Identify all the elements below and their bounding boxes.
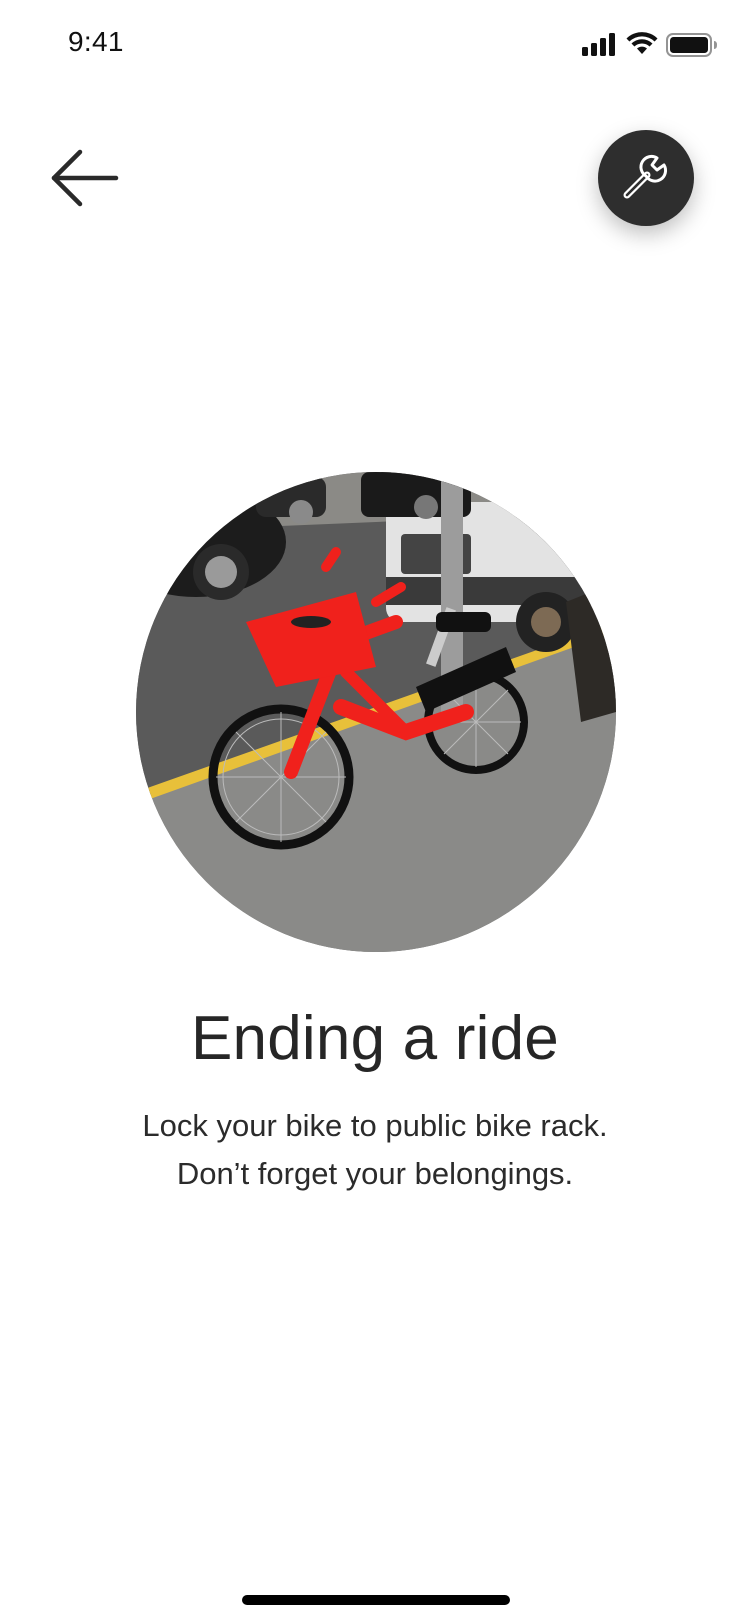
signal-icon bbox=[582, 32, 618, 61]
instruction-line-2: Don’t forget your belongings. bbox=[176, 1156, 574, 1191]
instructions: Lock your bike to public bike rack. Don’… bbox=[0, 1102, 750, 1198]
wrench-icon bbox=[619, 149, 673, 208]
status-icons bbox=[582, 32, 722, 58]
hero-image bbox=[136, 472, 616, 952]
bike-illustration bbox=[136, 472, 616, 952]
status-bar: 9:41 bbox=[0, 0, 750, 90]
home-indicator[interactable] bbox=[242, 1595, 510, 1605]
tools-button[interactable] bbox=[598, 130, 694, 226]
status-time: 9:41 bbox=[68, 26, 124, 57]
page-title: Ending a ride bbox=[191, 1004, 559, 1073]
instruction-line-1: Lock your bike to public bike rack. bbox=[142, 1108, 608, 1143]
back-button[interactable] bbox=[44, 138, 128, 222]
battery-icon bbox=[666, 32, 718, 63]
wifi-icon bbox=[626, 32, 658, 61]
arrow-left-icon bbox=[44, 149, 128, 226]
